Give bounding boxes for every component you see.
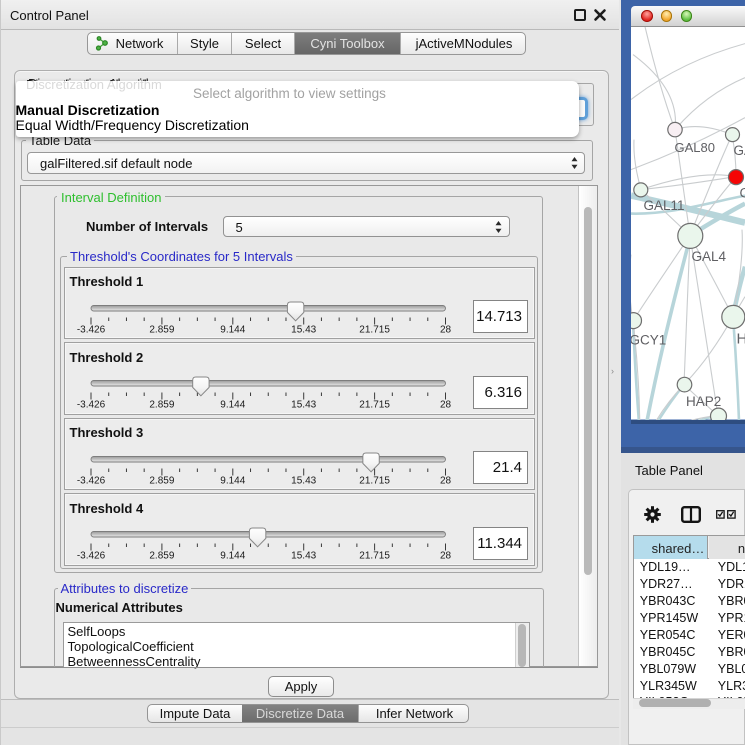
svg-text:-3.426: -3.426 <box>76 400 105 411</box>
svg-text:GA: GA <box>734 143 745 158</box>
svg-text:GAL11: GAL11 <box>644 198 685 213</box>
svg-text:H: H <box>737 331 745 348</box>
svg-text:28: 28 <box>439 475 451 486</box>
svg-text:21.715: 21.715 <box>359 551 390 562</box>
svg-text:2.859: 2.859 <box>149 324 174 335</box>
svg-text:28: 28 <box>439 324 451 335</box>
svg-text:-3.426: -3.426 <box>76 324 105 335</box>
svg-text:21.715: 21.715 <box>359 475 390 486</box>
svg-text:15.43: 15.43 <box>291 551 316 562</box>
svg-text:21.715: 21.715 <box>359 324 390 335</box>
svg-text:21.715: 21.715 <box>359 400 390 411</box>
svg-text:28: 28 <box>439 400 451 411</box>
svg-text:9.144: 9.144 <box>220 324 245 335</box>
svg-text:GCY1: GCY1 <box>631 333 666 348</box>
svg-text:2.859: 2.859 <box>149 551 174 562</box>
svg-text:9.144: 9.144 <box>220 475 245 486</box>
svg-text:9.144: 9.144 <box>220 551 245 562</box>
svg-text:GAL80: GAL80 <box>675 140 715 155</box>
svg-text:15.43: 15.43 <box>291 400 316 411</box>
svg-text:GAL4: GAL4 <box>692 249 727 264</box>
svg-text:15.43: 15.43 <box>291 475 316 486</box>
svg-text:2.859: 2.859 <box>149 400 174 411</box>
svg-text:C: C <box>740 186 745 201</box>
svg-text:28: 28 <box>439 551 451 562</box>
svg-text:9.144: 9.144 <box>220 400 245 411</box>
svg-text:HAP2: HAP2 <box>686 394 721 409</box>
svg-text:15.43: 15.43 <box>291 324 316 335</box>
svg-text:-3.426: -3.426 <box>76 551 105 562</box>
svg-text:-3.426: -3.426 <box>76 475 105 486</box>
svg-text:2.859: 2.859 <box>149 475 174 486</box>
